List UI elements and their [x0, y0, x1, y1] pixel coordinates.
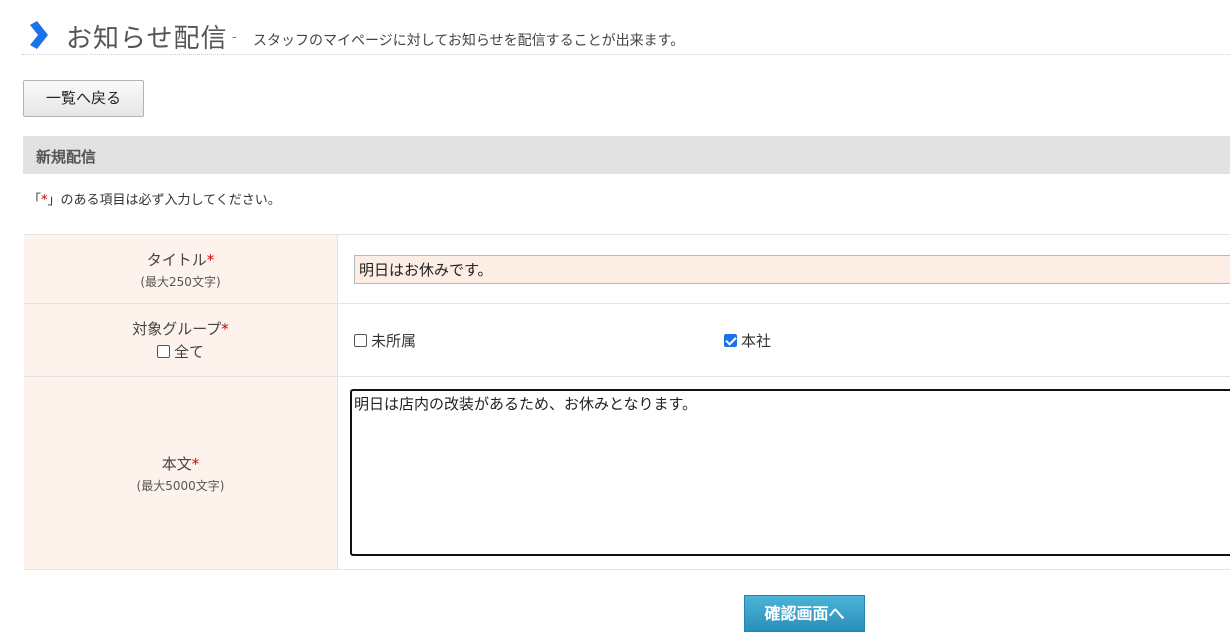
- required-note-prefix: 「: [28, 193, 42, 208]
- required-note-suffix: 」のある項目は必ず入力してください。: [47, 193, 281, 208]
- title-label: タイトル: [146, 250, 207, 269]
- value-cell-title: [338, 235, 1230, 303]
- label-cell-body: 本文* (最大5000文字): [24, 377, 338, 569]
- page-header: お知らせ配信 - スタッフのマイページに対してお知らせを配信することが出来ます。: [22, 12, 1230, 55]
- title-hint: (最大250文字): [140, 274, 221, 289]
- title-input[interactable]: [354, 255, 1230, 284]
- page-description: スタッフのマイページに対してお知らせを配信することが出来ます。: [253, 33, 685, 49]
- group-label: 対象グループ: [132, 320, 222, 338]
- group-option-label: 未所属: [371, 332, 417, 350]
- form-row-title: タイトル* (最大250文字): [24, 235, 1230, 304]
- body-hint: (最大5000文字): [136, 478, 225, 493]
- group-option-unassigned[interactable]: 未所属: [354, 330, 416, 351]
- required-mark: *: [206, 250, 215, 269]
- back-to-list-button[interactable]: 一覧へ戻る: [23, 80, 144, 117]
- page: お知らせ配信 - スタッフのマイページに対してお知らせを配信することが出来ます。…: [0, 0, 1230, 641]
- chevron-right-icon: [30, 21, 48, 49]
- confirm-button[interactable]: 確認画面へ: [744, 595, 865, 632]
- required-mark: *: [191, 454, 200, 473]
- group-option-headquarters[interactable]: 本社: [724, 330, 771, 351]
- form-row-group: 対象グループ* 全て 未所属 本社: [24, 304, 1230, 377]
- title-separator: -: [232, 30, 237, 45]
- select-all-label: 全て: [173, 343, 204, 361]
- required-mark: *: [221, 320, 229, 338]
- group-option-label: 本社: [741, 332, 772, 350]
- label-cell-group: 対象グループ* 全て: [24, 304, 338, 376]
- body-textarea[interactable]: 明日は店内の改装があるため、お休みとなります。: [350, 389, 1230, 556]
- select-all-checkbox[interactable]: [156, 345, 170, 358]
- value-cell-body: 明日は店内の改装があるため、お休みとなります。: [338, 377, 1230, 569]
- page-title: お知らせ配信: [66, 24, 228, 54]
- select-all-option[interactable]: 全て: [156, 341, 204, 362]
- value-cell-group: 未所属 本社: [338, 304, 1230, 376]
- label-cell-title: タイトル* (最大250文字): [24, 235, 338, 303]
- required-note: 「*」のある項目は必ず入力してください。: [28, 189, 281, 208]
- section-header: 新規配信: [23, 136, 1230, 174]
- group-checkbox-headquarters[interactable]: [724, 334, 737, 347]
- form-row-body: 本文* (最大5000文字) 明日は店内の改装があるため、お休みとなります。: [24, 377, 1230, 570]
- body-label: 本文: [161, 454, 192, 473]
- form-table: タイトル* (最大250文字) 対象グループ* 全て 未所属: [24, 234, 1230, 570]
- section-title: 新規配信: [36, 148, 97, 166]
- group-checkbox-unassigned[interactable]: [354, 334, 367, 347]
